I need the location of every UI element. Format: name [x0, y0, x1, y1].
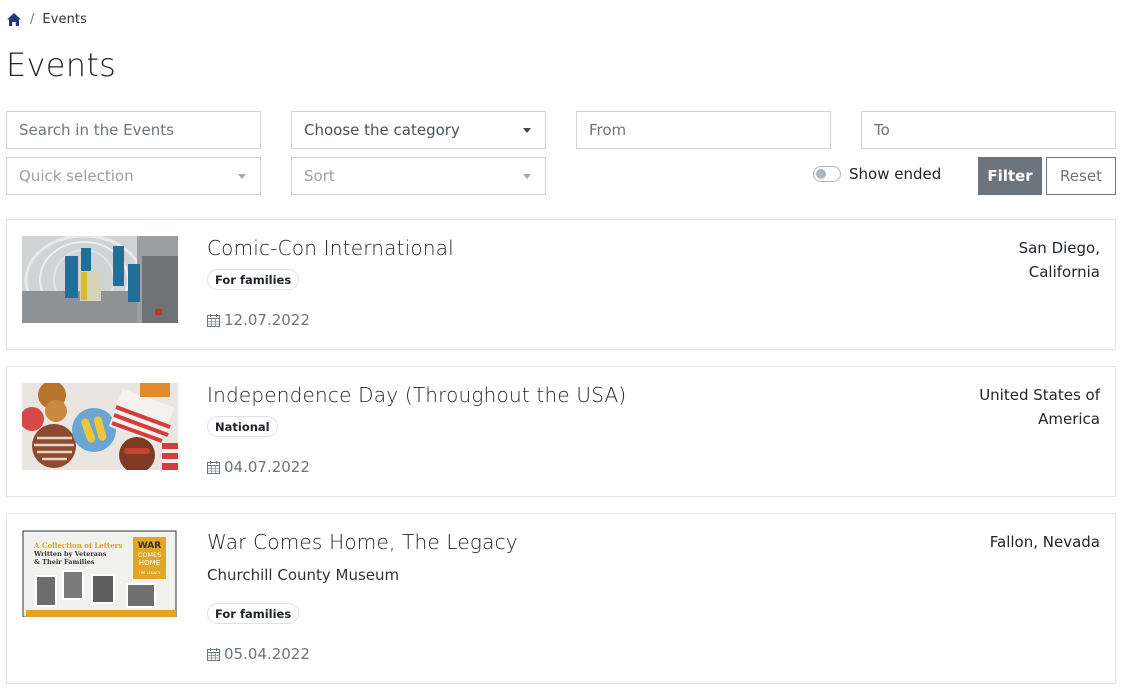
from-date-input[interactable]	[589, 121, 818, 139]
event-category-badge: For families	[207, 603, 300, 624]
event-card[interactable]: Comic-Con International For families 12.…	[6, 219, 1116, 350]
show-ended-toggle[interactable]	[813, 166, 841, 182]
sort-value: Sort	[304, 167, 335, 185]
event-category-badge: National	[207, 416, 278, 437]
poster-box-title1: WAR	[138, 541, 161, 551]
search-input-wrapper[interactable]	[6, 111, 261, 149]
page-title: Events	[6, 46, 117, 84]
event-venue: Churchill County Museum	[207, 566, 400, 584]
poster-box-title3: HOME	[139, 559, 160, 567]
quick-selection-value: Quick selection	[19, 167, 134, 185]
caret-down-icon	[238, 173, 246, 179]
event-location-line: California	[1028, 263, 1100, 281]
event-image-independence-day[interactable]	[22, 383, 178, 470]
event-date-text: 12.07.2022	[224, 311, 310, 329]
sort-select[interactable]: Sort	[291, 157, 546, 195]
to-date-wrapper[interactable]	[861, 111, 1116, 149]
home-icon[interactable]	[6, 12, 22, 27]
poster-box-sub: THE LEGACY	[138, 571, 162, 575]
poster-line2: Written by Veterans	[33, 550, 107, 558]
event-location: Fallon, Nevada	[990, 530, 1100, 554]
category-select[interactable]: Choose the category	[291, 111, 546, 149]
event-date: 04.07.2022	[207, 458, 310, 476]
breadcrumb: / Events	[6, 12, 87, 27]
poster-box-title2: COMES	[138, 551, 162, 559]
poster-line1: A Collection of Letters	[33, 541, 122, 550]
event-title[interactable]: Comic-Con International	[207, 236, 454, 260]
event-location-line: San Diego,	[1018, 239, 1100, 257]
filter-button[interactable]: Filter	[978, 157, 1042, 195]
breadcrumb-current: Events	[42, 12, 88, 27]
event-location-line: Fallon, Nevada	[989, 533, 1100, 551]
show-ended-label[interactable]: Show ended	[849, 165, 941, 183]
toggle-knob	[816, 169, 826, 179]
event-title[interactable]: War Comes Home, The Legacy	[207, 530, 518, 554]
event-image-comic-con[interactable]	[22, 236, 178, 323]
caret-down-icon	[523, 127, 531, 133]
category-select-value: Choose the category	[304, 121, 460, 139]
event-location: San Diego, California	[1019, 236, 1100, 284]
event-location-line: United States of	[979, 386, 1100, 404]
show-ended-toggle-group[interactable]: Show ended	[813, 165, 941, 183]
event-category-badge: For families	[207, 269, 300, 290]
event-card[interactable]: Independence Day (Throughout the USA) Na…	[6, 366, 1116, 497]
quick-selection-select[interactable]: Quick selection	[6, 157, 261, 195]
calendar-icon	[207, 647, 220, 661]
calendar-icon	[207, 460, 220, 474]
event-date-text: 04.07.2022	[224, 458, 310, 476]
event-date: 12.07.2022	[207, 311, 310, 329]
calendar-icon	[207, 313, 220, 327]
event-location: United States of America	[979, 383, 1100, 431]
caret-down-icon	[523, 173, 531, 179]
search-input[interactable]	[19, 121, 248, 139]
breadcrumb-separator: /	[30, 12, 35, 27]
event-card[interactable]: A Collection of Letters Written by Veter…	[6, 513, 1116, 684]
event-date: 05.04.2022	[207, 645, 310, 663]
event-title[interactable]: Independence Day (Throughout the USA)	[207, 383, 626, 407]
from-date-wrapper[interactable]	[576, 111, 831, 149]
event-image-war-comes-home[interactable]: A Collection of Letters Written by Veter…	[22, 530, 178, 617]
reset-button[interactable]: Reset	[1046, 157, 1116, 195]
to-date-input[interactable]	[874, 121, 1103, 139]
event-location-line: America	[1038, 410, 1100, 428]
event-date-text: 05.04.2022	[224, 645, 310, 663]
poster-line3: & Their Families	[34, 558, 95, 566]
